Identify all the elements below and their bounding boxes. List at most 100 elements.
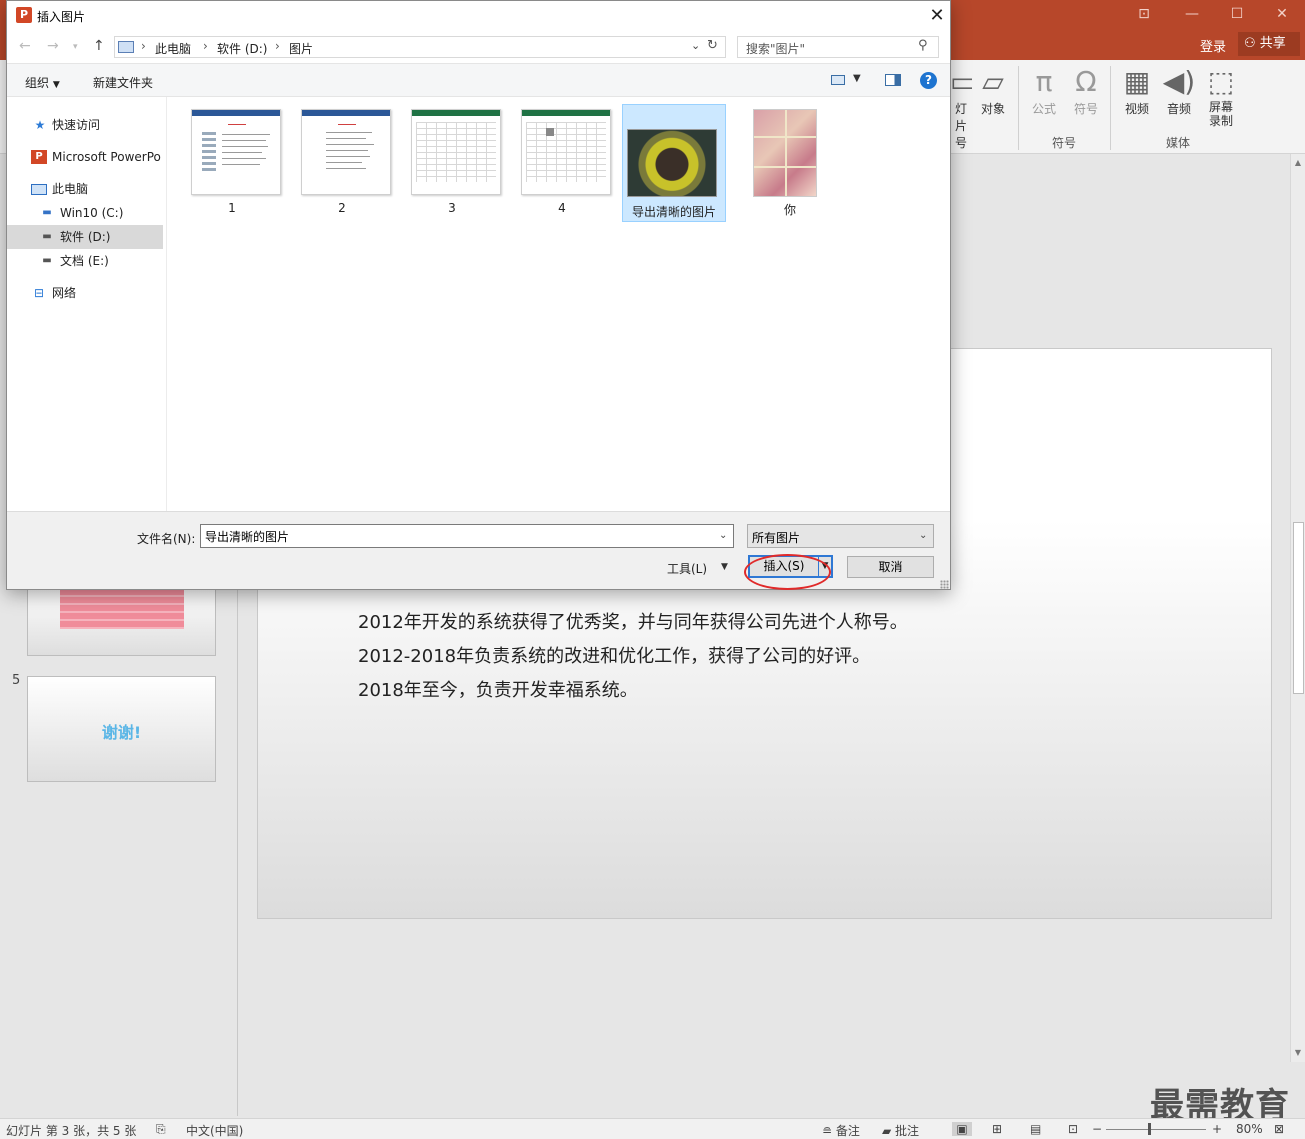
minimize-icon[interactable]: — [1180, 6, 1204, 22]
file-name: 你 [783, 203, 796, 217]
slide-text-line-3[interactable]: 2018年至今，负责开发幸福系统。 [358, 676, 638, 702]
zoom-level[interactable]: 80% [1236, 1122, 1263, 1136]
new-folder-button[interactable]: 新建文件夹 [93, 74, 153, 91]
breadcrumb-pictures[interactable]: 图片 [289, 40, 313, 57]
screen-record-button[interactable]: ⬚ 屏幕录制 [1204, 64, 1238, 128]
cell-content [546, 128, 554, 136]
vertical-scrollbar[interactable]: ▲ ▼ [1290, 154, 1305, 1062]
slide-5-thumbnail-text: 谢谢! [101, 723, 142, 742]
zoom-in-icon[interactable]: + [1212, 1122, 1222, 1136]
breadcrumb-this-pc[interactable]: 此电脑 [155, 40, 191, 57]
file-item[interactable]: 2 [289, 103, 395, 221]
preview-pane-icon[interactable] [885, 74, 901, 86]
forward-arrow-icon[interactable]: → [47, 38, 59, 54]
file-name: 1 [228, 201, 236, 215]
scroll-down-icon[interactable]: ▼ [1292, 1047, 1304, 1059]
breadcrumb-separator-icon[interactable]: › [141, 39, 146, 53]
slide-5-thumbnail[interactable]: 谢谢! [27, 676, 216, 782]
tools-dropdown-icon[interactable]: ▼ [721, 562, 728, 572]
view-options-icon[interactable] [831, 75, 845, 85]
share-button[interactable]: ⚇ 共享 [1238, 32, 1300, 56]
normal-view-icon[interactable]: ▣ [952, 1122, 972, 1136]
organize-menu[interactable]: 组织 ▼ [25, 74, 60, 91]
file-item[interactable]: 3 [399, 103, 505, 221]
notes-button[interactable]: ≘ 备注 [822, 1122, 860, 1139]
search-icon[interactable]: ⚲ [918, 38, 928, 53]
tools-menu[interactable]: 工具(L) [667, 560, 707, 577]
resize-grip-icon[interactable] [940, 580, 949, 589]
view-dropdown-icon[interactable]: ▼ [853, 73, 861, 84]
formula-button[interactable]: π 公式 [1026, 64, 1062, 117]
comments-button[interactable]: ▰ 批注 [882, 1122, 919, 1139]
reading-view-icon[interactable]: ▤ [1030, 1122, 1041, 1136]
search-box[interactable]: 搜索"图片" ⚲ [737, 36, 939, 58]
navigation-bar: ← → ▾ ↑ › 此电脑 › 软件 (D:) › 图片 ⌄ ↻ 搜索"图片" … [7, 31, 950, 63]
close-icon[interactable]: ✕ [1270, 6, 1294, 22]
share-label: 共享 [1259, 36, 1286, 51]
speaker-icon: ◀) [1162, 65, 1196, 98]
file-name: 4 [558, 201, 566, 215]
help-icon[interactable]: ? [920, 72, 937, 89]
zoom-out-icon[interactable]: − [1092, 1122, 1102, 1136]
slide-number-button[interactable]: ▭ 灯片 号 [950, 64, 972, 151]
nav-quick-access[interactable]: ★ 快速访问 [7, 113, 163, 137]
slide-text-line-2[interactable]: 2012-2018年负责系统的改进和优化工作，获得了公司的好评。 [358, 642, 870, 668]
breadcrumb-separator-icon[interactable]: › [275, 39, 280, 53]
comment-icon: ▰ [882, 1124, 896, 1138]
refresh-icon[interactable]: ↻ [707, 38, 718, 53]
language-status[interactable]: 中文(中国) [186, 1122, 243, 1139]
search-placeholder: 搜索"图片" [746, 42, 806, 56]
nav-drive-d[interactable]: ▬ 软件 (D:) [7, 225, 163, 249]
nav-drive-c[interactable]: ▬ Win10 (C:) [7, 201, 163, 225]
dialog-toolbar: 组织 ▼ 新建文件夹 ▼ ? [7, 63, 950, 97]
ribbon-display-icon[interactable]: ⊡ [1132, 6, 1156, 22]
scrollbar-thumb[interactable] [1293, 522, 1304, 694]
up-arrow-icon[interactable]: ↑ [93, 38, 105, 54]
comments-label: 批注 [895, 1124, 920, 1138]
filename-input[interactable] [200, 524, 734, 548]
word-document-thumbnail [301, 109, 391, 195]
slide-text-line-1[interactable]: 2012年开发的系统获得了优秀奖，并与同年获得公司先进个人称号。 [358, 608, 908, 634]
zoom-slider[interactable] [1106, 1129, 1206, 1130]
recent-locations-chevron-icon[interactable]: ▾ [73, 42, 78, 52]
file-item[interactable]: 你 [737, 103, 843, 221]
pi-icon: π [1035, 65, 1053, 98]
filetype-value: 所有图片 [752, 531, 801, 545]
breadcrumb-drive-d[interactable]: 软件 (D:) [217, 40, 267, 57]
filename-dropdown-icon[interactable]: ⌄ [719, 530, 727, 541]
nav-drive-e[interactable]: ▬ 文档 (E:) [7, 249, 163, 273]
filetype-select[interactable]: 所有图片 ⌄ [747, 524, 934, 548]
back-arrow-icon[interactable]: ← [19, 38, 31, 54]
cancel-button[interactable]: 取消 [847, 556, 934, 578]
nav-this-pc[interactable]: 此电脑 [7, 177, 163, 201]
nav-quick-access-label: 快速访问 [52, 118, 101, 132]
dialog-title-bar[interactable]: P 插入图片 ✕ [7, 1, 950, 31]
object-button[interactable]: ▱ 对象 [976, 64, 1010, 117]
doc-line [222, 164, 260, 165]
nav-powerpoint[interactable]: P Microsoft PowerPo [7, 145, 163, 169]
film-icon: ▦ [1123, 65, 1151, 98]
login-link[interactable]: 登录 [1200, 36, 1226, 55]
file-item[interactable]: 4 [509, 103, 615, 221]
breadcrumb-separator-icon[interactable]: › [203, 39, 208, 53]
slide-4-thumbnail[interactable] [27, 584, 216, 656]
video-button[interactable]: ▦ 视频 [1120, 64, 1154, 117]
powerpoint-icon: P [16, 7, 32, 23]
doc-line [222, 146, 268, 147]
nav-network[interactable]: ⊟ 网络 [7, 281, 163, 305]
spellcheck-icon[interactable]: ⎘ [156, 1122, 166, 1137]
file-item-selected[interactable]: 导出清晰的图片 [622, 104, 726, 222]
address-dropdown-icon[interactable]: ⌄ [691, 39, 700, 52]
person-icon: ⚇ [1244, 36, 1260, 51]
symbol-button[interactable]: Ω 符号 [1068, 64, 1104, 117]
maximize-icon[interactable]: ☐ [1225, 6, 1249, 22]
address-bar[interactable]: › 此电脑 › 软件 (D:) › 图片 ⌄ [114, 36, 726, 58]
audio-button[interactable]: ◀) 音频 [1162, 64, 1196, 117]
scroll-up-icon[interactable]: ▲ [1292, 157, 1304, 169]
slide-sorter-icon[interactable]: ⊞ [992, 1122, 1002, 1136]
fit-window-icon[interactable]: ⊠ [1274, 1122, 1284, 1136]
file-item[interactable]: 1 [179, 103, 285, 221]
slideshow-icon[interactable]: ⊡ [1068, 1122, 1078, 1136]
dialog-close-icon[interactable]: ✕ [925, 4, 949, 28]
zoom-slider-knob[interactable] [1148, 1123, 1151, 1135]
